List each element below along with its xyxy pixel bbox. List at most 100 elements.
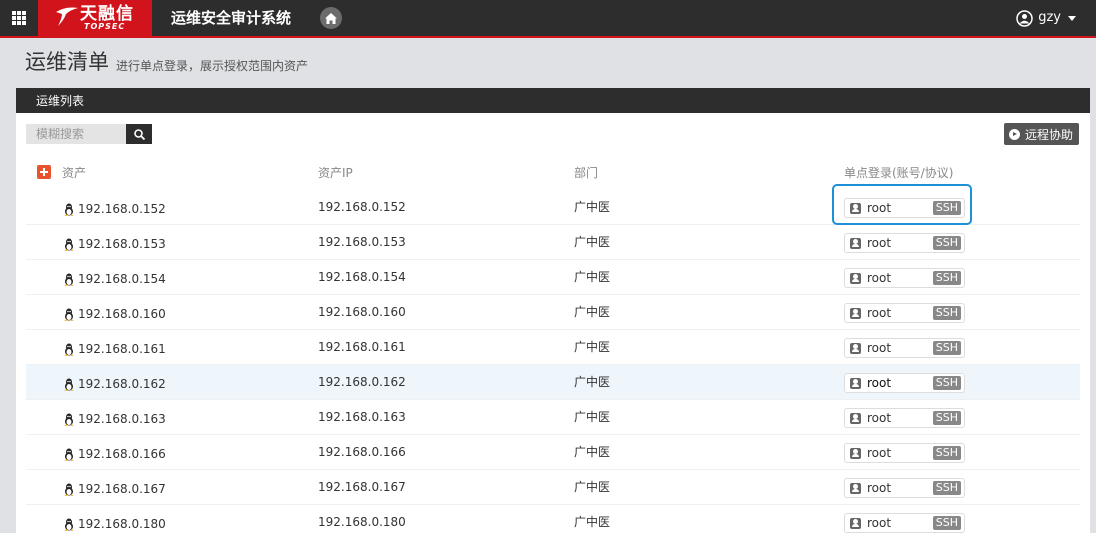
asset-name: 192.168.0.160	[78, 307, 166, 321]
system-title: 运维安全审计系统	[171, 9, 292, 27]
asset-name: 192.168.0.162	[78, 377, 166, 391]
asset-dept: 广中医	[574, 375, 611, 389]
user-card-icon	[850, 447, 861, 459]
asset-cell[interactable]: 192.168.0.180	[63, 517, 166, 531]
sso-login-button[interactable]: root SSH	[844, 513, 965, 533]
linux-penguin-icon	[64, 518, 74, 531]
asset-ip: 192.168.0.153	[318, 235, 406, 249]
user-menu[interactable]: gzy	[1016, 8, 1076, 28]
table-row: 192.168.0.152 192.168.0.152 广中医 root SSH	[26, 190, 1080, 225]
sso-login-button[interactable]: root SSH	[844, 233, 965, 253]
grid-icon	[12, 11, 26, 25]
account-name: root	[867, 236, 892, 250]
username: gzy	[1038, 10, 1061, 25]
sso-login-button[interactable]: root SSH	[844, 478, 965, 498]
brand-name-cn: 天融信	[80, 4, 134, 24]
asset-ip: 192.168.0.163	[318, 410, 406, 424]
protocol-badge: SSH	[932, 446, 961, 460]
sso-login-button[interactable]: root SSH	[844, 338, 965, 358]
asset-name: 192.168.0.163	[78, 412, 166, 426]
sso-login-button[interactable]: root SSH	[844, 408, 965, 428]
linux-penguin-icon	[64, 413, 74, 426]
table-row: 192.168.0.153 192.168.0.153 广中医 root SSH	[26, 225, 1080, 260]
page-subtitle: 进行单点登录，展示授权范围内资产	[116, 59, 309, 73]
linux-penguin-icon	[64, 203, 74, 216]
search-input[interactable]	[26, 124, 126, 144]
asset-cell[interactable]: 192.168.0.161	[63, 342, 166, 356]
linux-penguin-icon	[64, 308, 74, 321]
account-name: root	[867, 376, 892, 390]
asset-name: 192.168.0.153	[78, 237, 166, 251]
linux-penguin-icon	[64, 378, 74, 391]
table-row: 192.168.0.161 192.168.0.161 广中医 root SSH	[26, 330, 1080, 365]
protocol-badge: SSH	[932, 236, 961, 250]
asset-dept: 广中医	[574, 410, 611, 424]
linux-penguin-icon	[64, 273, 74, 286]
asset-cell[interactable]: 192.168.0.160	[63, 307, 166, 321]
app-grid-button[interactable]	[0, 0, 38, 36]
account-name: root	[867, 516, 892, 530]
asset-ip: 192.168.0.167	[318, 480, 406, 494]
search-icon	[133, 128, 145, 140]
asset-name: 192.168.0.152	[78, 202, 166, 216]
protocol-badge: SSH	[932, 271, 961, 285]
asset-name: 192.168.0.154	[78, 272, 166, 286]
sso-login-button[interactable]: root SSH	[844, 303, 965, 323]
remote-assist-label: 远程协助	[1024, 127, 1073, 142]
user-card-icon	[850, 482, 861, 494]
protocol-badge: SSH	[932, 201, 961, 215]
sso-login-button[interactable]: root SSH	[844, 198, 965, 218]
brand-logo[interactable]: 天融信 TOPSEC	[38, 0, 152, 36]
remote-assist-button[interactable]: 远程协助	[1003, 123, 1079, 145]
topsec-logo-icon	[56, 7, 78, 26]
sso-login-button[interactable]: root SSH	[844, 373, 965, 393]
asset-cell[interactable]: 192.168.0.163	[63, 412, 166, 426]
user-card-icon	[850, 307, 861, 319]
asset-cell[interactable]: 192.168.0.167	[63, 482, 166, 496]
brand-name-en: TOPSEC	[84, 22, 126, 31]
account-name: root	[867, 446, 892, 460]
column-header-ip: 资产IP	[318, 166, 353, 180]
table-row: 192.168.0.160 192.168.0.160 广中医 root SSH	[26, 295, 1080, 330]
add-icon[interactable]	[37, 165, 51, 179]
page-title: 运维清单	[25, 50, 109, 74]
sso-login-button[interactable]: root SSH	[844, 443, 965, 463]
account-name: root	[867, 201, 892, 215]
search-button[interactable]	[126, 124, 152, 144]
linux-penguin-icon	[64, 448, 74, 461]
user-card-icon	[850, 412, 861, 424]
column-header-asset: 资产	[62, 166, 87, 180]
table-row: 192.168.0.180 192.168.0.180 广中医 root SSH	[26, 505, 1080, 533]
table-header: 资产 资产IP 部门 单点登录(账号/协议)	[26, 160, 1080, 185]
home-button[interactable]	[320, 7, 342, 29]
sso-login-button[interactable]: root SSH	[844, 268, 965, 288]
account-name: root	[867, 481, 892, 495]
asset-dept: 广中医	[574, 305, 611, 319]
account-name: root	[867, 306, 892, 320]
table-row: 192.168.0.163 192.168.0.163 广中医 root SSH	[26, 400, 1080, 435]
panel-title: 运维列表	[16, 88, 1090, 113]
asset-ip: 192.168.0.162	[318, 375, 406, 389]
chevron-down-icon	[1068, 15, 1076, 21]
asset-cell[interactable]: 192.168.0.154	[63, 272, 166, 286]
asset-ip: 192.168.0.161	[318, 340, 406, 354]
asset-cell[interactable]: 192.168.0.152	[63, 202, 166, 216]
user-card-icon	[850, 202, 861, 214]
user-card-icon	[850, 342, 861, 354]
home-icon	[325, 12, 337, 24]
user-card-icon	[850, 272, 861, 284]
asset-cell[interactable]: 192.168.0.153	[63, 237, 166, 251]
asset-name: 192.168.0.166	[78, 447, 166, 461]
asset-dept: 广中医	[574, 515, 611, 529]
asset-cell[interactable]: 192.168.0.162	[63, 377, 166, 391]
account-name: root	[867, 411, 892, 425]
protocol-badge: SSH	[932, 481, 961, 495]
protocol-badge: SSH	[932, 516, 961, 530]
top-bar: 天融信 TOPSEC 运维安全审计系统 gzy	[0, 0, 1096, 38]
ops-list-panel: 运维列表 远程协助 资产 资产IP 部门 单点登录(账号/协议)	[16, 88, 1090, 533]
user-card-icon	[850, 377, 861, 389]
user-card-icon	[850, 237, 861, 249]
user-circle-icon	[1016, 9, 1033, 27]
asset-cell[interactable]: 192.168.0.166	[63, 447, 166, 461]
asset-ip: 192.168.0.166	[318, 445, 406, 459]
